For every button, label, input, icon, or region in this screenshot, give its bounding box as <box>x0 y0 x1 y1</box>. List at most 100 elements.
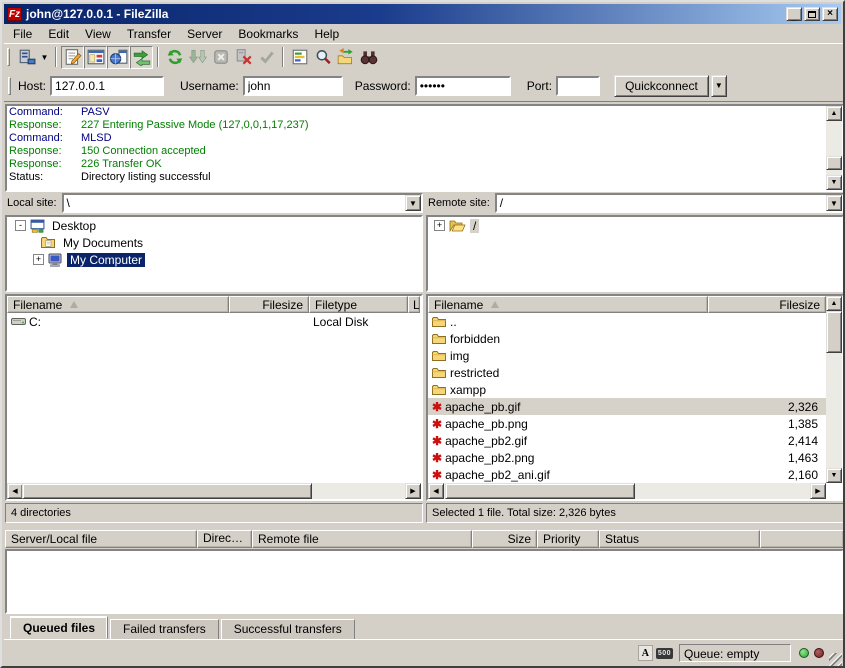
local-hscroll-thumb[interactable] <box>22 483 312 499</box>
remote-site-combobox[interactable]: / ▼ <box>495 193 844 213</box>
resize-grip[interactable] <box>829 653 842 666</box>
column-header-filename[interactable]: Filename <box>7 296 229 313</box>
tree-item-desktop[interactable]: - Desktop <box>7 217 421 234</box>
combobox-dropdown-button[interactable]: ▼ <box>405 195 421 211</box>
file-row[interactable]: img <box>428 347 826 364</box>
tab-successful-transfers[interactable]: Successful transfers <box>221 619 355 640</box>
log-scrollbar[interactable]: ▲ ▼ <box>826 106 842 190</box>
log-line: Response:227 Entering Passive Mode (127,… <box>7 119 842 132</box>
tab-queued-files[interactable]: Queued files <box>10 616 108 639</box>
menu-edit[interactable]: Edit <box>40 25 77 43</box>
file-row[interactable]: ✱apache_pb2.gif 2,414 <box>428 432 826 449</box>
file-row[interactable]: C: Local Disk <box>7 313 421 330</box>
close-button[interactable]: × <box>822 7 838 21</box>
remote-horizontal-scrollbar[interactable]: ◀ ▶ <box>428 483 826 499</box>
menu-server[interactable]: Server <box>179 25 230 43</box>
scroll-left-icon[interactable]: ◀ <box>428 483 444 499</box>
cancel-operation-button[interactable] <box>209 46 232 69</box>
speed-limit-icon[interactable]: 500 <box>656 648 673 659</box>
username-input[interactable] <box>243 76 343 96</box>
tree-item-my-computer[interactable]: + My Computer <box>7 251 421 268</box>
combobox-dropdown-button[interactable]: ▼ <box>826 195 842 211</box>
column-header-remote-file[interactable]: Remote file <box>252 530 472 548</box>
log-scrollbar-thumb[interactable] <box>826 156 842 170</box>
log-line: Response:150 Connection accepted <box>7 145 842 158</box>
tree-item-root[interactable]: + / <box>428 217 842 234</box>
column-header-server-local-file[interactable]: Server/Local file <box>5 530 197 548</box>
disconnect-button[interactable] <box>232 46 255 69</box>
column-header-direction[interactable]: Direction <box>197 530 252 548</box>
scroll-up-icon[interactable]: ▲ <box>826 106 842 121</box>
column-header-filesize[interactable]: Filesize <box>229 296 309 313</box>
menu-view[interactable]: View <box>77 25 119 43</box>
toggle-transfer-queue-button[interactable] <box>130 46 153 69</box>
filter-button[interactable] <box>288 46 311 69</box>
scroll-right-icon[interactable]: ▶ <box>810 483 826 499</box>
minimize-button[interactable]: _ <box>786 7 802 21</box>
local-horizontal-scrollbar[interactable]: ◀ ▶ <box>7 483 421 499</box>
file-row[interactable]: ✱apache_pb.png 1,385 <box>428 415 826 432</box>
column-header-filetype[interactable]: Filetype <box>309 296 408 313</box>
search-button[interactable] <box>311 46 334 69</box>
maximize-button[interactable] <box>804 7 820 21</box>
menu-help[interactable]: Help <box>306 25 347 43</box>
expand-icon[interactable]: + <box>434 220 445 231</box>
remote-hscroll-thumb[interactable] <box>445 483 635 499</box>
file-row[interactable]: ✱apache_pb2.png 1,463 <box>428 449 826 466</box>
folder-sync-button[interactable] <box>334 46 357 69</box>
tree-item-my-documents[interactable]: My Documents <box>7 234 421 251</box>
toolbar-separator <box>157 47 159 67</box>
scroll-down-icon[interactable]: ▼ <box>826 175 842 190</box>
queue-status-panel: Queue: empty <box>679 644 791 662</box>
file-row[interactable]: restricted <box>428 364 826 381</box>
column-header-blank <box>760 530 844 548</box>
column-header-filesize[interactable]: Filesize <box>708 296 826 313</box>
binoculars-compare-button[interactable] <box>357 46 380 69</box>
password-input[interactable] <box>415 76 511 96</box>
column-header-last-modified[interactable]: Last modified <box>408 296 420 313</box>
refresh-button[interactable] <box>163 46 186 69</box>
toolbar-grip[interactable] <box>7 48 10 66</box>
expand-icon[interactable]: + <box>33 254 44 265</box>
image-file-icon: ✱ <box>432 418 442 430</box>
image-file-icon: ✱ <box>432 435 442 447</box>
local-pane-status: 4 directories <box>5 503 423 523</box>
quickconnect-dropdown-button[interactable]: ▼ <box>711 75 727 97</box>
toggle-remote-tree-button[interactable] <box>107 46 130 69</box>
menu-transfer[interactable]: Transfer <box>119 25 179 43</box>
local-site-combobox[interactable]: \ ▼ <box>62 193 423 213</box>
tab-failed-transfers[interactable]: Failed transfers <box>110 619 219 640</box>
queue-list[interactable] <box>5 549 844 614</box>
collapse-icon[interactable]: - <box>15 220 26 231</box>
file-row[interactable]: .. <box>428 313 826 330</box>
remote-vscroll-thumb[interactable] <box>826 311 842 353</box>
file-row[interactable]: xampp <box>428 381 826 398</box>
scroll-left-icon[interactable]: ◀ <box>7 483 23 499</box>
remote-tree: + / <box>426 215 844 292</box>
menu-file[interactable]: File <box>5 25 40 43</box>
toggle-local-tree-button[interactable] <box>84 46 107 69</box>
quickconnect-button[interactable]: Quickconnect <box>614 75 709 97</box>
scroll-down-icon[interactable]: ▼ <box>826 468 842 483</box>
column-header-filename[interactable]: Filename <box>428 296 708 313</box>
transfer-type-icon[interactable]: A <box>638 645 653 661</box>
column-header-status[interactable]: Status <box>599 530 760 548</box>
port-input[interactable] <box>556 76 600 96</box>
host-input[interactable] <box>50 76 164 96</box>
menu-bookmarks[interactable]: Bookmarks <box>230 25 306 43</box>
toggle-message-log-button[interactable] <box>61 46 84 69</box>
quickconnect-grip[interactable] <box>8 77 11 95</box>
remote-vertical-scrollbar[interactable]: ▲ ▼ <box>826 296 842 483</box>
scroll-right-icon[interactable]: ▶ <box>405 483 421 499</box>
file-row[interactable]: ✱apache_pb2_ani.gif 2,160 <box>428 466 826 483</box>
titlebar: Fz john@127.0.0.1 - FileZilla _ × <box>4 4 841 24</box>
apply-check-button[interactable] <box>255 46 278 69</box>
site-manager-button[interactable] <box>15 46 38 69</box>
site-manager-dropdown-button[interactable]: ▼ <box>38 46 51 69</box>
file-row[interactable]: forbidden <box>428 330 826 347</box>
column-header-size[interactable]: Size <box>472 530 537 548</box>
file-row-selected[interactable]: ✱apache_pb.gif 2,326 <box>428 398 826 415</box>
column-header-priority[interactable]: Priority <box>537 530 599 548</box>
scroll-up-icon[interactable]: ▲ <box>826 296 842 311</box>
process-queue-button[interactable] <box>186 46 209 69</box>
